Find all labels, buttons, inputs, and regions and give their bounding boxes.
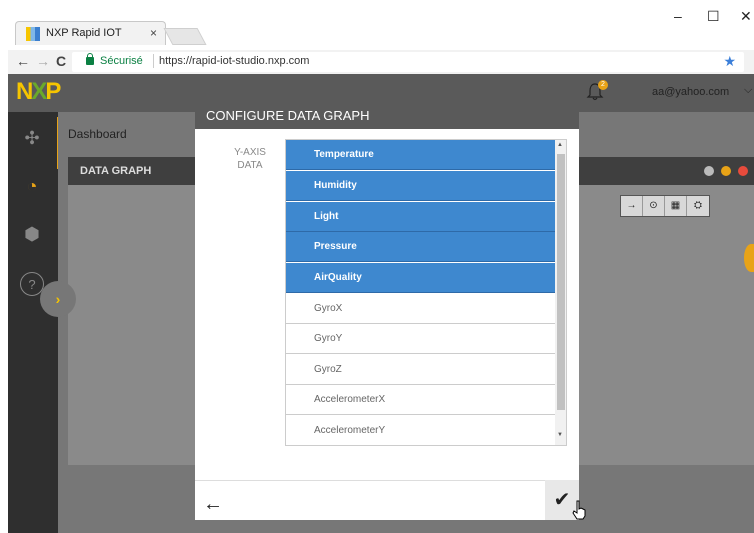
list-item[interactable]: Pressure	[286, 232, 555, 262]
footer-divider	[195, 480, 579, 481]
network-icon[interactable]: ✣	[20, 126, 44, 150]
lock-icon	[86, 53, 94, 65]
list-item[interactable]: AirQuality	[286, 263, 555, 293]
chevron-down-icon[interactable]: ⌵	[744, 84, 752, 97]
sidebar-expand-button[interactable]: ›	[40, 281, 76, 317]
notification-badge: 2	[598, 80, 608, 90]
tab-close-icon[interactable]: ×	[150, 26, 157, 40]
graph-toolbar: → ⊙ ▦ ⛭	[620, 195, 710, 217]
scroll-thumb[interactable]	[557, 154, 565, 410]
url-separator	[153, 54, 154, 68]
browser-tabbar: NXP Rapid IOT × – ☐ ✕	[0, 0, 754, 50]
forward-button[interactable]: →	[36, 53, 50, 69]
list-item[interactable]: GyroY	[286, 324, 555, 354]
new-tab-button[interactable]	[163, 28, 207, 45]
settings-icon[interactable]: ⛭	[687, 196, 709, 216]
modal-title: CONFIGURE DATA GRAPH	[206, 108, 370, 123]
configure-data-graph-modal: CONFIGURE DATA GRAPH Y-AXIS DATA Tempera…	[195, 100, 579, 520]
yaxis-label-line1: Y-AXIS	[234, 147, 266, 158]
scroll-down-icon[interactable]: ▼	[557, 432, 563, 438]
breadcrumb[interactable]: Dashboard	[68, 127, 127, 141]
close-dot-icon[interactable]	[738, 166, 748, 176]
target-icon[interactable]: ⊙	[643, 196, 665, 216]
yaxis-label: Y-AXIS DATA	[215, 146, 285, 172]
list-item[interactable]: GyroX	[286, 294, 555, 324]
maximize-button[interactable]: ☐	[707, 8, 720, 25]
list-item[interactable]: AccelerometerY	[286, 416, 555, 445]
floating-action-button[interactable]	[744, 244, 754, 272]
bookmark-star-icon[interactable]: ★	[723, 53, 736, 70]
settings-dot-icon[interactable]	[704, 166, 714, 176]
list-item[interactable]: GyroZ	[286, 355, 555, 385]
url-text: https://rapid-iot-studio.nxp.com	[159, 55, 310, 67]
tab-title: NXP Rapid IOT	[46, 27, 122, 39]
favicon-icon	[26, 27, 40, 41]
address-bar: ← → C Sécurisé https://rapid-iot-studio.…	[8, 50, 754, 74]
list-item[interactable]: Humidity	[286, 171, 555, 201]
minimize-dot-icon[interactable]	[721, 166, 731, 176]
list-scrollbar[interactable]: ▲ ▼	[555, 140, 566, 445]
minimize-button[interactable]: –	[674, 8, 682, 24]
yaxis-label-line2: DATA	[237, 160, 263, 171]
list-item[interactable]: AccelerometerX	[286, 385, 555, 415]
back-button[interactable]: ←	[16, 53, 30, 69]
yaxis-data-list[interactable]: Temperature Humidity Light Pressure AirQ…	[285, 139, 567, 446]
browser-tab[interactable]: NXP Rapid IOT ×	[15, 21, 166, 45]
close-window-button[interactable]: ✕	[740, 8, 752, 25]
secure-label: Sécurisé	[100, 55, 143, 67]
nxp-logo[interactable]: NXP	[16, 78, 61, 106]
back-arrow-icon[interactable]: ←	[203, 493, 223, 516]
window-frame	[0, 0, 8, 533]
modal-header: CONFIGURE DATA GRAPH	[195, 100, 579, 129]
user-email[interactable]: aa@yahoo.com	[652, 86, 729, 98]
url-field[interactable]: Sécurisé https://rapid-iot-studio.nxp.co…	[72, 52, 744, 72]
dashboard-gauge-icon[interactable]: ◔	[20, 174, 44, 198]
arrow-right-icon[interactable]: →	[621, 196, 643, 216]
hand-cursor-icon	[572, 500, 586, 520]
list-item[interactable]: Light	[286, 202, 555, 232]
sidebar: ✣ ◔ ⬢ ?	[8, 112, 58, 533]
list-item[interactable]: Temperature	[286, 140, 555, 170]
calendar-icon[interactable]: ▦	[665, 196, 687, 216]
panel-title: DATA GRAPH	[80, 165, 152, 177]
scroll-up-icon[interactable]: ▲	[557, 142, 563, 148]
reload-button[interactable]: C	[56, 53, 66, 69]
cube-icon[interactable]: ⬢	[20, 222, 44, 246]
